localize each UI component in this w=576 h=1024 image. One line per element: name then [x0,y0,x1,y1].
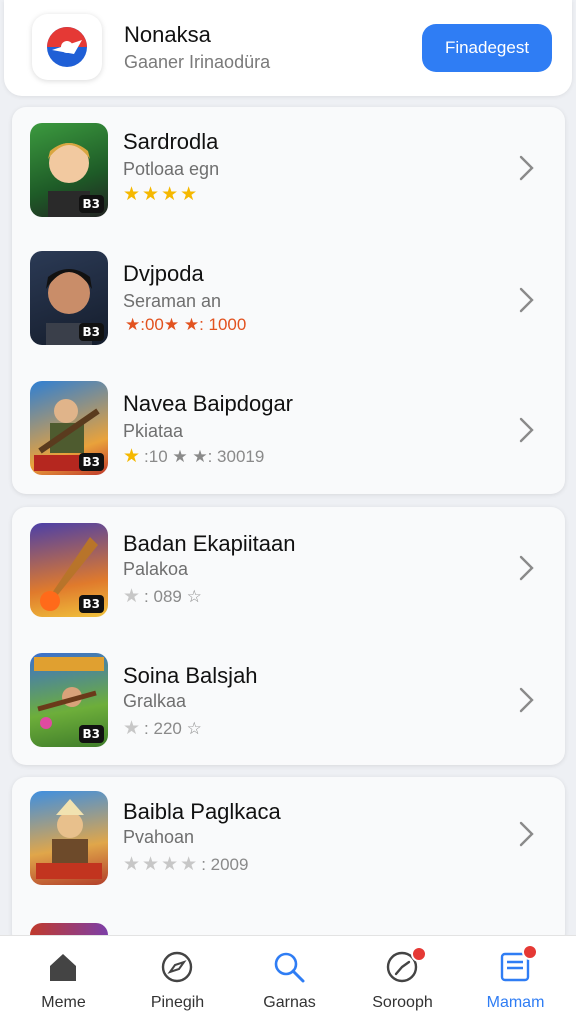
primary-action-button[interactable]: Finadegest [422,24,552,72]
game-title: Navea Baipdogar [123,391,294,416]
list-item[interactable]: B3 Sardrodla Potloaa egn ★ ★ ★ ★ [12,107,565,237]
game-thumbnail: B3 [30,123,108,217]
star-icon: ★ [142,854,160,875]
list-item[interactable]: B3 Badan Ekapiitaan Palakoa ★ : 089 ☆ [12,507,565,637]
game-badge: B3 [78,195,104,213]
game-thumbnail: B3 [30,653,108,747]
game-thumbnail: B3 [30,523,108,617]
compass-icon [161,951,193,983]
list-item[interactable]: B3 Dvjpoda Seraman an ★:00★ ★: 1000 [12,237,565,367]
star-icon: ★ [123,446,141,467]
notification-badge [411,946,427,962]
game-title: Badan Ekapiitaan [123,531,296,556]
game-title: Dvjpoda [123,261,204,286]
nav-label: Meme [41,994,86,1011]
chevron-right-icon[interactable] [515,153,537,183]
star-icon: ★ [180,854,198,875]
game-subtitle: Seraman an [123,291,222,311]
rating-value: : 089 ☆ [144,586,202,606]
list-item[interactable]: B3 Navea Baipdogar Pkiataa ★ :10 ★ ★: 30… [12,367,565,494]
game-badge: B3 [78,323,104,341]
game-badge: B3 [78,595,104,613]
star-icon: ★ [123,586,141,607]
home-icon [50,954,76,981]
rating-value: : 2009 [201,854,249,874]
list-item[interactable]: B3 Soina Balsjah Gralkaa ★ : 220 ☆ [12,635,565,765]
list-item[interactable]: Baibla Paglkaca Pvahoan ★ ★ ★ ★ : 2009 [12,777,565,907]
nav-item-inbox[interactable]: Mamam [458,936,573,1024]
game-subtitle: Pvahoan [123,827,195,847]
game-title: Soina Balsjah [123,663,258,688]
star-icon: ★ [180,184,198,205]
star-icon: ★ [142,184,160,205]
app-header: Nonaksa Gaaner Irinaodüra Finadegest [4,0,572,96]
game-subtitle: Pkiataa [123,421,184,441]
nav-label: Mamam [486,994,545,1011]
app-logo [32,14,102,80]
nav-label: Garnas [263,994,316,1011]
nav-item-activity[interactable]: Sorooph [345,936,460,1024]
star-icon: ★ [161,854,179,875]
bottom-navigation: Meme Pinegih Garnas Sorooph Mamam [0,935,576,1024]
game-thumbnail: B3 [30,251,108,345]
game-rating: ★ : 220 ☆ [123,717,202,740]
nav-item-home[interactable]: Meme [6,936,121,1024]
game-thumbnail [30,791,108,885]
game-subtitle: Gralkaa [123,691,187,711]
game-badge: B3 [78,453,104,471]
search-icon [274,952,305,983]
rating-value: ★:00★ ★: 1000 [125,315,247,334]
game-badge: B3 [78,725,104,743]
game-subtitle: Potloaa egn [123,159,220,179]
game-list-card: B3 Sardrodla Potloaa egn ★ ★ ★ ★ B3 Dvjp… [12,107,565,494]
game-list-card: Baibla Paglkaca Pvahoan ★ ★ ★ ★ : 2009 [12,777,565,947]
game-rating: ★ : 089 ☆ [123,585,202,608]
star-icon: ★ [123,718,141,739]
rating-value: : 220 ☆ [144,718,202,738]
notification-badge [522,944,538,960]
app-name: Nonaksa [124,22,211,47]
game-rating: ★ ★ ★ ★ : 2009 [123,853,248,876]
nav-item-search[interactable]: Garnas [232,936,347,1024]
game-rating: ★ ★ ★ ★ [123,183,197,206]
nav-label: Pinegih [150,994,205,1011]
star-icon: ★ [123,184,141,205]
logo-icon [47,27,87,67]
chevron-right-icon[interactable] [515,685,537,715]
game-title: Baibla Paglkaca [123,799,281,824]
app-subtitle: Gaaner Irinaodüra [124,52,271,72]
game-rating: ★:00★ ★: 1000 [123,315,246,335]
game-title: Sardrodla [123,129,219,154]
chevron-right-icon[interactable] [515,819,537,849]
game-subtitle: Palakoa [123,559,189,579]
nav-item-explore[interactable]: Pinegih [120,936,235,1024]
star-icon: ★ [161,184,179,205]
chevron-right-icon[interactable] [515,553,537,583]
game-rating: ★ :10 ★ ★: 30019 [123,445,264,468]
chevron-right-icon[interactable] [515,415,537,445]
rating-value: :10 ★ ★: 30019 [144,446,265,466]
game-illustration [36,799,102,879]
star-icon: ★ [123,854,141,875]
game-list-card: B3 Badan Ekapiitaan Palakoa ★ : 089 ☆ B3… [12,507,565,765]
nav-label: Sorooph [372,994,433,1011]
game-thumbnail: B3 [30,381,108,475]
chevron-right-icon[interactable] [515,285,537,315]
